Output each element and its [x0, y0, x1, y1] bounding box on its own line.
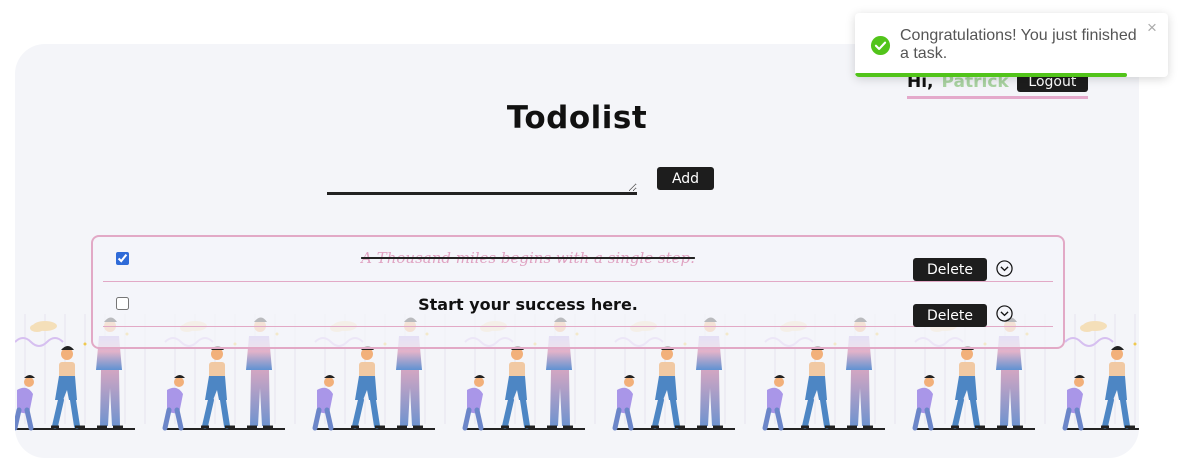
page-title: Todolist [506, 100, 648, 136]
task-text: A Thousand miles begins with a single st… [361, 249, 695, 267]
success-notification: Congratulations! You just finished a tas… [855, 13, 1168, 77]
task-list: A Thousand miles begins with a single st… [91, 235, 1065, 349]
chevron-down-icon[interactable] [996, 305, 1013, 322]
task-row: Start your success here. Delete [103, 282, 1053, 327]
close-icon[interactable]: × [1143, 19, 1161, 37]
notification-progress-bar [855, 73, 1128, 77]
task-text: Start your success here. [418, 295, 638, 314]
check-circle-icon [870, 35, 891, 56]
notification-message: Congratulations! You just finished a tas… [900, 27, 1137, 62]
todo-card: Hi, Patrick Logout Todolist Add A Thousa… [15, 44, 1139, 458]
add-button[interactable]: Add [657, 167, 714, 190]
delete-button[interactable]: Delete [913, 304, 987, 327]
delete-button[interactable]: Delete [913, 258, 987, 281]
chevron-down-icon[interactable] [996, 260, 1013, 277]
new-task-input[interactable] [327, 170, 637, 195]
task-row: A Thousand miles begins with a single st… [103, 237, 1053, 282]
